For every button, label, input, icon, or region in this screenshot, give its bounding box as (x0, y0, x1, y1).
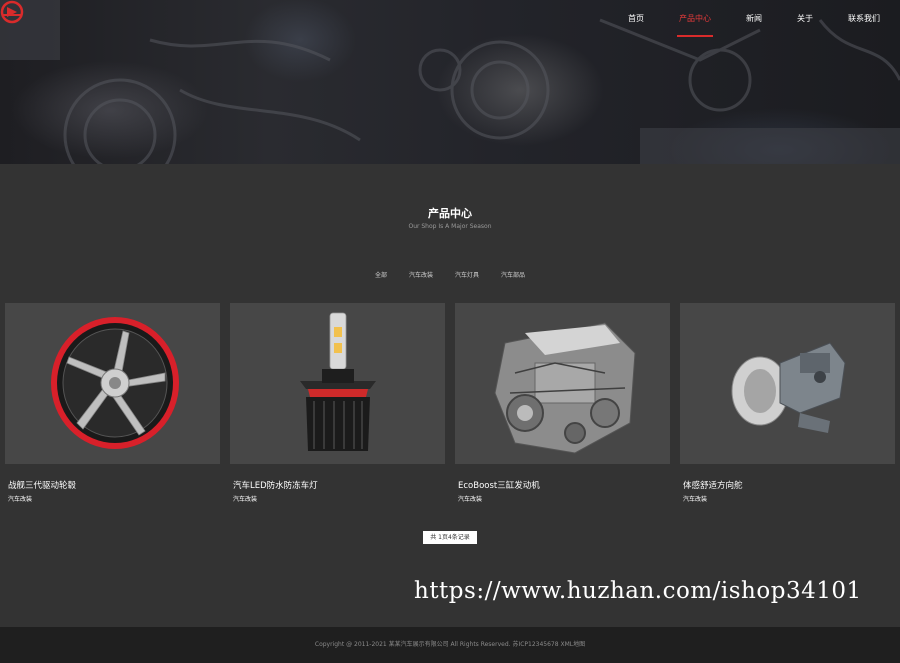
product-category: 汽车改装 (458, 496, 483, 503)
product-title[interactable]: 汽车LED防水防冻车灯 (230, 479, 445, 491)
footer-copyright: Copyright @ 2011-2021 某某汽车展示有限公司 All Rig… (0, 627, 900, 663)
product-category: 汽车改装 (8, 496, 33, 503)
nav-item-about[interactable]: 关于 (797, 13, 813, 25)
page-title: 产品中心 (428, 207, 472, 220)
filter-modification[interactable]: 汽车改装 (409, 270, 433, 279)
product-image[interactable] (455, 303, 670, 464)
page-subtitle: Our Shop Is A Major Season (408, 223, 492, 230)
main-nav: 首页 产品中心 新闻 关于 联系我们 (593, 13, 880, 37)
product-card[interactable]: 战舰三代驱动轮毂 汽车改装 (5, 303, 220, 503)
filter-all[interactable]: 全部 (375, 270, 387, 279)
product-image[interactable] (230, 303, 445, 464)
product-card[interactable]: 汽车LED防水防冻车灯 汽车改装 (230, 303, 445, 503)
nav-item-news[interactable]: 新闻 (746, 13, 762, 25)
pagination-info: 共 1页4条记录 (423, 531, 477, 544)
product-title[interactable]: 战舰三代驱动轮毂 (5, 479, 220, 491)
engine-image (494, 322, 636, 454)
product-image[interactable] (680, 303, 895, 464)
wheel-rim-image (51, 317, 179, 449)
product-title[interactable]: EcoBoost三缸发动机 (455, 479, 670, 491)
nav-item-home[interactable]: 首页 (628, 13, 644, 25)
logo-icon[interactable] (0, 0, 24, 24)
filter-lamps[interactable]: 汽车灯具 (455, 270, 479, 279)
brake-part-image (731, 342, 846, 433)
product-title[interactable]: 体感舒适方向舵 (680, 479, 895, 491)
product-card[interactable]: EcoBoost三缸发动机 汽车改装 (455, 303, 670, 503)
product-card[interactable]: 体感舒适方向舵 汽车改装 (680, 303, 895, 503)
nav-item-contact[interactable]: 联系我们 (848, 13, 880, 25)
hero-banner: 首页 产品中心 新闻 关于 联系我们 (0, 0, 900, 164)
product-category: 汽车改装 (233, 496, 258, 503)
led-bulb-image (300, 312, 376, 451)
product-image[interactable] (5, 303, 220, 464)
filter-parts[interactable]: 汽车部品 (501, 270, 525, 279)
nav-item-label: 产品中心 (679, 14, 711, 23)
nav-active-indicator (677, 35, 713, 37)
product-category: 汽车改装 (683, 496, 708, 503)
watermark-text: https://www.huzhan.com/ishop34101 (414, 578, 862, 604)
category-filters: 全部 汽车改装 汽车灯具 汽车部品 (0, 270, 900, 279)
nav-item-products[interactable]: 产品中心 (677, 13, 713, 37)
